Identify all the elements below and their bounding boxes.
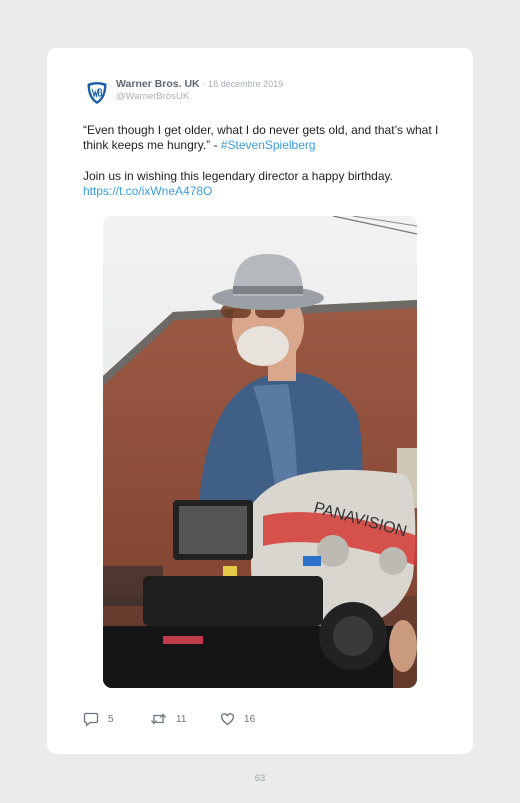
author-line: Warner Bros. UK · 18 décembre 2019 [116, 78, 283, 90]
page-number: 63 [254, 773, 266, 784]
retweet-count: 11 [176, 713, 187, 725]
tweet-url-link[interactable]: https://t.co/ixWneA478O [83, 184, 212, 198]
tweet-photo[interactable]: PANAVISION [103, 216, 417, 688]
reply-icon [83, 712, 99, 726]
hashtag-link[interactable]: #StevenSpielberg [221, 138, 316, 152]
quote-paragraph: “Even though I get older, what I do neve… [83, 123, 443, 153]
photo-illustration: PANAVISION [103, 216, 417, 688]
like-action[interactable]: 16 [220, 710, 255, 728]
wb-shield-icon[interactable] [85, 81, 109, 105]
retweet-action[interactable]: 11 [150, 710, 186, 728]
birthday-paragraph: Join us in wishing this legendary direct… [83, 169, 393, 183]
tweet-header: Warner Bros. UK · 18 décembre 2019 @Warn… [85, 78, 445, 108]
retweet-icon [151, 713, 166, 725]
heart-icon [220, 713, 235, 726]
tweet-card: Warner Bros. UK · 18 décembre 2019 @Warn… [47, 48, 473, 754]
reply-action[interactable]: 5 [83, 710, 114, 728]
author-handle[interactable]: @WarnerBrosUK [116, 91, 189, 102]
author-name[interactable]: Warner Bros. UK [116, 78, 200, 90]
reply-count: 5 [108, 713, 114, 725]
tweet-actions: 5 11 16 [83, 710, 443, 730]
tweet-date[interactable]: · 18 décembre 2019 [203, 79, 284, 89]
tweet-text: “Even though I get older, what I do neve… [83, 123, 443, 199]
like-count: 16 [244, 713, 256, 725]
